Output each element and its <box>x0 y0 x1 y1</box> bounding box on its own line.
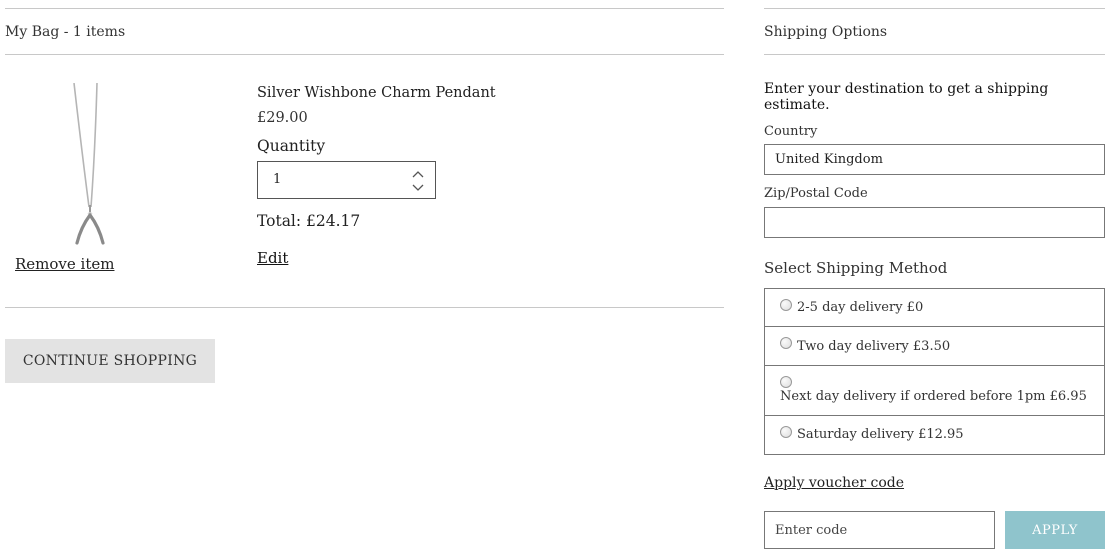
stepper-arrows-icon[interactable] <box>411 168 425 194</box>
voucher-code-input[interactable] <box>764 511 995 549</box>
shipping-method-heading: Select Shipping Method <box>764 259 948 277</box>
shipping-method-label: Two day delivery £3.50 <box>797 339 951 354</box>
quantity-value[interactable]: 1 <box>273 172 281 187</box>
shipping-intro: Enter your destination to get a shipping… <box>764 81 1049 113</box>
zip-field[interactable] <box>764 207 1105 238</box>
shipping-method-label: Saturday delivery £12.95 <box>797 427 964 442</box>
remove-item-link[interactable]: Remove item <box>15 255 114 273</box>
chevron-up-icon <box>412 171 424 178</box>
bag-section: My Bag - 1 items Remove item Silver Wish… <box>5 8 724 308</box>
shipping-section: Shipping Options Enter your destination … <box>764 8 1105 455</box>
shipping-title: Shipping Options <box>764 9 1105 55</box>
apply-voucher-link[interactable]: Apply voucher code <box>764 475 904 491</box>
shipping-method-label: 2-5 day delivery £0 <box>797 300 924 315</box>
chevron-down-icon <box>412 184 424 191</box>
edit-item-link[interactable]: Edit <box>257 249 288 267</box>
country-label: Country <box>764 124 818 139</box>
country-field[interactable] <box>764 144 1105 175</box>
shipping-method-option[interactable]: Next day delivery if ordered before 1pm … <box>765 366 1104 416</box>
product-name[interactable]: Silver Wishbone Charm Pendant <box>257 85 496 101</box>
shipping-method-option[interactable]: Saturday delivery £12.95 <box>765 416 1104 454</box>
radio-button[interactable] <box>780 337 792 349</box>
item-details: Silver Wishbone Charm Pendant £29.00 Qua… <box>257 85 496 267</box>
wishbone-pendant-image[interactable] <box>67 83 123 249</box>
shipping-method-option[interactable]: 2-5 day delivery £0 <box>765 289 1104 327</box>
bag-item: Remove item Silver Wishbone Charm Pendan… <box>5 55 724 308</box>
radio-button[interactable] <box>780 376 792 388</box>
shipping-method-list: 2-5 day delivery £0 Two day delivery £3.… <box>764 288 1105 455</box>
continue-shopping-button[interactable]: CONTINUE SHOPPING <box>5 339 215 383</box>
shipping-method-option[interactable]: Two day delivery £3.50 <box>765 327 1104 366</box>
quantity-label: Quantity <box>257 137 326 155</box>
zip-label: Zip/Postal Code <box>764 186 868 201</box>
shipping-method-label: Next day delivery if ordered before 1pm … <box>780 389 1087 404</box>
product-price: £29.00 <box>257 110 308 126</box>
quantity-stepper[interactable]: 1 <box>257 161 436 199</box>
bag-title: My Bag - 1 items <box>5 9 724 55</box>
shopping-bag-page: My Bag - 1 items Remove item Silver Wish… <box>0 0 1110 553</box>
item-total: Total: £24.17 <box>257 212 361 230</box>
radio-button[interactable] <box>780 299 792 311</box>
apply-voucher-button[interactable]: APPLY <box>1005 511 1105 549</box>
radio-button[interactable] <box>780 426 792 438</box>
